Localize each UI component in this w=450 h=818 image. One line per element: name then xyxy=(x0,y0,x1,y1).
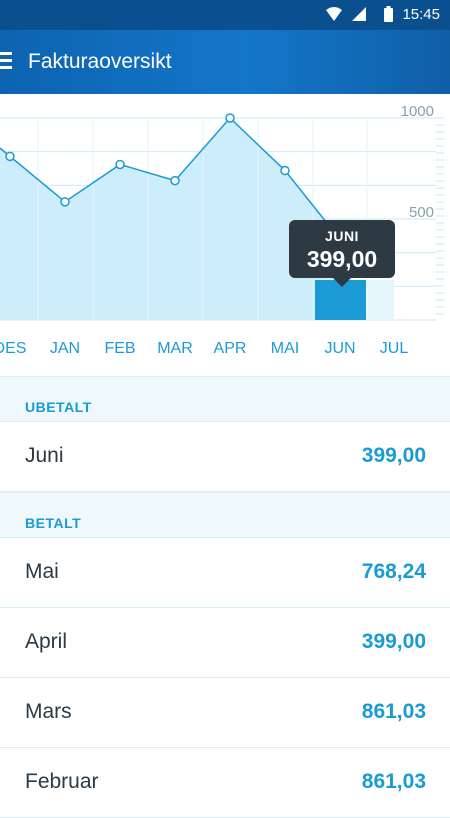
menu-icon[interactable] xyxy=(0,52,12,70)
month-axis: DES JAN FEB MAR APR MAI JUN JUL xyxy=(0,322,450,374)
status-bar: 15:45 xyxy=(0,0,450,30)
month-label[interactable]: FEB xyxy=(104,340,135,358)
invoice-row-mars[interactable]: Mars 861,03 xyxy=(0,678,450,748)
invoice-row-februar[interactable]: Februar 861,03 xyxy=(0,748,450,818)
data-point xyxy=(115,159,125,170)
month-label[interactable]: JUL xyxy=(380,340,408,358)
battery-icon xyxy=(384,6,393,22)
invoice-month: Mai xyxy=(25,560,59,583)
month-label[interactable]: APR xyxy=(214,340,247,358)
invoice-amount: 399,00 xyxy=(361,630,426,653)
month-label[interactable]: MAI xyxy=(271,340,299,358)
section-header-unpaid: UBETALT xyxy=(0,376,450,422)
status-time: 15:45 xyxy=(402,6,440,23)
invoice-row-april[interactable]: April 399,00 xyxy=(0,608,450,678)
section-header-paid: BETALT xyxy=(0,492,450,538)
signal-icon xyxy=(352,7,366,21)
invoice-month: Mars xyxy=(25,700,72,723)
section-title: UBETALT xyxy=(25,399,92,415)
page-title: Fakturaoversikt xyxy=(28,50,172,73)
future-column xyxy=(367,280,394,320)
month-label[interactable]: MAR xyxy=(157,340,193,358)
app-bar: Fakturaoversikt xyxy=(0,30,450,94)
month-label[interactable]: DES xyxy=(0,340,26,358)
tooltip-month: JUNI xyxy=(325,228,359,244)
y-tick-label: 500 xyxy=(409,204,434,221)
tooltip-value: 399,00 xyxy=(306,246,378,272)
month-label[interactable]: JUN xyxy=(324,340,355,358)
invoice-amount: 861,03 xyxy=(361,700,426,723)
data-point xyxy=(60,197,70,207)
data-point xyxy=(280,165,290,176)
invoice-amount: 861,03 xyxy=(361,770,426,793)
invoice-row-juni[interactable]: Juni 399,00 xyxy=(0,422,450,492)
data-point xyxy=(170,175,180,186)
invoice-amount: 399,00 xyxy=(361,444,426,467)
invoice-month: April xyxy=(25,630,68,653)
selected-month-tooltip: JUNI 399,00 xyxy=(289,220,395,287)
invoice-amount: 768,24 xyxy=(361,560,426,583)
area-fill xyxy=(0,118,340,320)
invoice-row-mai[interactable]: Mai 768,24 xyxy=(0,538,450,608)
data-point xyxy=(225,113,235,123)
wifi-icon xyxy=(326,7,342,21)
invoice-month: Februar xyxy=(25,770,99,793)
month-label[interactable]: JAN xyxy=(50,340,80,358)
data-point xyxy=(5,151,15,162)
invoice-month: Juni xyxy=(25,444,64,467)
section-title: BETALT xyxy=(25,515,82,531)
y-tick-label: 1000 xyxy=(401,103,434,120)
